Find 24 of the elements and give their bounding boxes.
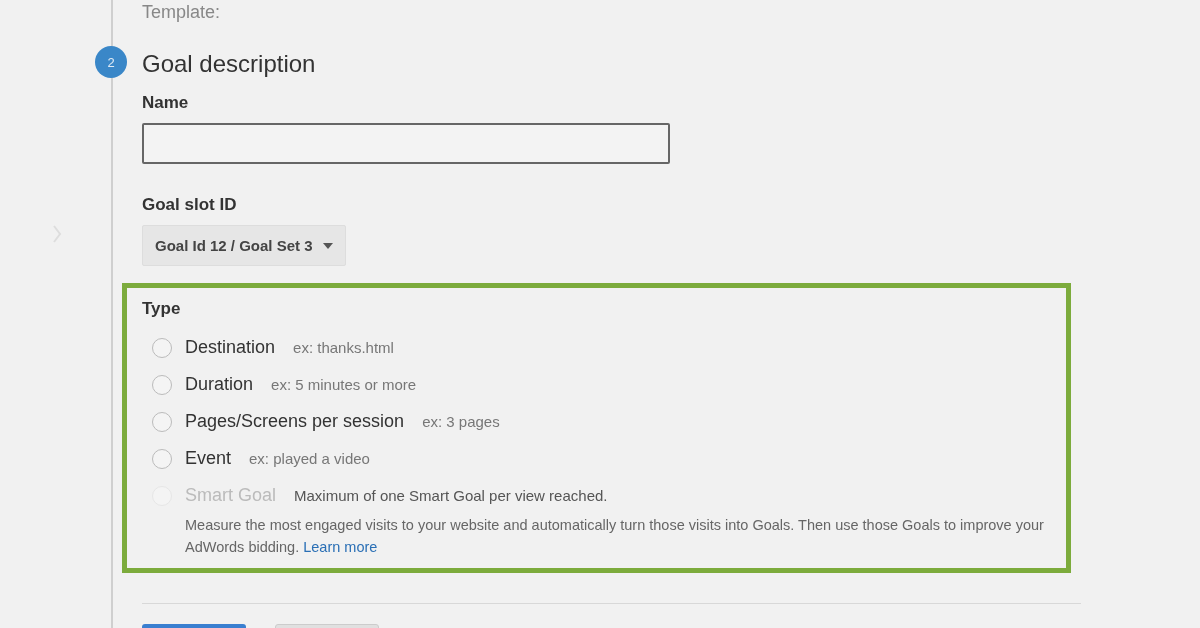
learn-more-link[interactable]: Learn more bbox=[303, 539, 378, 555]
radio-button[interactable] bbox=[152, 374, 172, 395]
radio-button[interactable] bbox=[152, 411, 172, 432]
field-label: Type bbox=[142, 299, 182, 319]
section-title: Goal description bbox=[142, 49, 317, 79]
option-hint: ex: 3 pages bbox=[422, 413, 500, 430]
radio-button[interactable] bbox=[152, 337, 172, 358]
caret-icon bbox=[322, 242, 333, 249]
option-label: Event bbox=[185, 448, 232, 469]
smart-goal-description: Measure the most engaged visits to your website and automatically turn those visits into Goals. Then use those Goals to improve your AdWords bidding. Learn more bbox=[185, 516, 1045, 557]
name-field[interactable] bbox=[142, 123, 670, 164]
radio-button[interactable] bbox=[152, 448, 172, 469]
step-number: 2 bbox=[95, 46, 127, 78]
template-label: Template: bbox=[142, 2, 222, 22]
option-label: Pages/Screens per session bbox=[185, 411, 405, 432]
option-hint: Maximum of one Smart Goal per view reached. bbox=[294, 487, 608, 504]
goal-slot-dropdown[interactable]: Goal Id 12 / Goal Set 3 bbox=[142, 225, 346, 266]
option-hint: ex: played a video bbox=[249, 450, 370, 467]
option-hint: ex: 5 minutes or more bbox=[271, 376, 417, 393]
field-label: Name bbox=[142, 93, 190, 113]
option-label: Destination bbox=[185, 337, 276, 358]
option-label: Duration bbox=[185, 374, 254, 395]
option-hint: ex: thanks.html bbox=[293, 339, 394, 356]
field-label: Goal slot ID bbox=[142, 195, 238, 215]
